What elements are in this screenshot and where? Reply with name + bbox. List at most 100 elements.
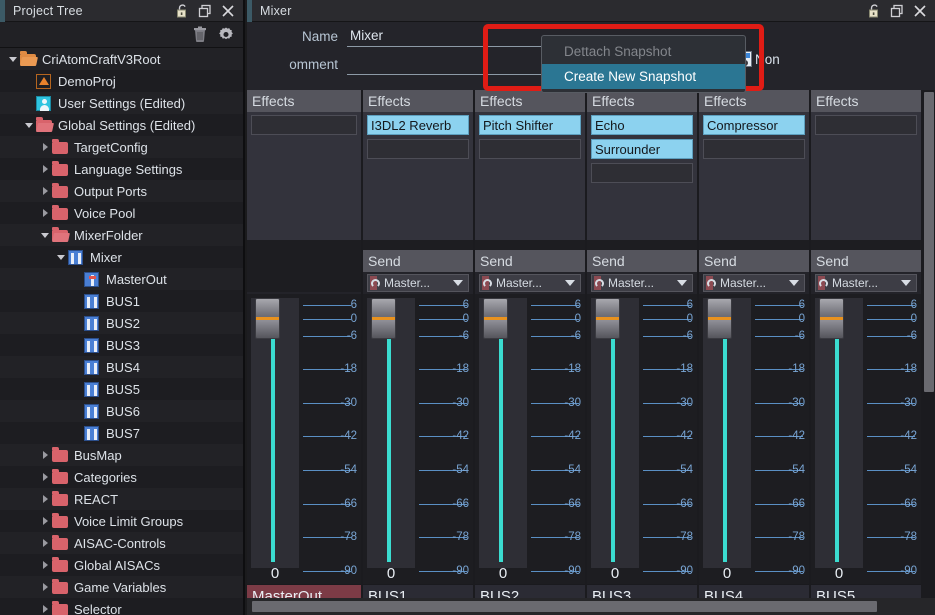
- tree-item-react[interactable]: REACT: [0, 488, 243, 510]
- fader-track[interactable]: [387, 328, 391, 562]
- twisty-expanded[interactable]: [57, 254, 65, 260]
- twisty-expanded[interactable]: [25, 122, 33, 128]
- tree-item-global-settings-edited[interactable]: Global Settings (Edited): [0, 114, 243, 136]
- tree-twisty[interactable]: [22, 114, 36, 136]
- fader-handle[interactable]: [255, 298, 280, 339]
- send-target-dropdown[interactable]: Master...: [815, 274, 917, 292]
- tree-twisty[interactable]: [38, 554, 52, 576]
- send-level-knob[interactable]: [595, 278, 604, 288]
- tree-twisty[interactable]: [38, 466, 52, 488]
- snapshot-context-menu[interactable]: Dettach Snapshot Create New Snapshot: [541, 35, 746, 93]
- effects-list[interactable]: Compressor: [699, 112, 809, 240]
- send-target-dropdown[interactable]: Master...: [367, 274, 469, 292]
- effect-item[interactable]: Surrounder: [591, 139, 693, 159]
- twisty-expanded[interactable]: [9, 56, 17, 62]
- twisty-collapsed[interactable]: [42, 539, 48, 547]
- tree-item-bus6[interactable]: BUS6: [0, 400, 243, 422]
- chevron-down-icon[interactable]: [565, 280, 575, 286]
- effect-item[interactable]: Pitch Shifter: [479, 115, 581, 135]
- tree-item-bus5[interactable]: BUS5: [0, 378, 243, 400]
- vertical-scrollbar[interactable]: [922, 90, 935, 598]
- twisty-collapsed[interactable]: [42, 187, 48, 195]
- fader-handle[interactable]: [483, 298, 508, 339]
- horizontal-scrollbar-thumb[interactable]: [252, 601, 877, 612]
- fader-track[interactable]: [835, 328, 839, 562]
- tree-item-bus1[interactable]: BUS1: [0, 290, 243, 312]
- restore-icon[interactable]: [889, 3, 905, 19]
- send-level-knob[interactable]: [819, 278, 828, 288]
- send-level-knob[interactable]: [483, 278, 492, 288]
- chevron-down-icon[interactable]: [453, 280, 463, 286]
- tree-item-game-variables[interactable]: Game Variables: [0, 576, 243, 598]
- tree-twisty[interactable]: [38, 598, 52, 615]
- fader-track[interactable]: [723, 328, 727, 562]
- lock-icon[interactable]: [866, 3, 882, 19]
- close-icon[interactable]: [220, 3, 236, 19]
- fader-handle[interactable]: [371, 298, 396, 339]
- twisty-collapsed[interactable]: [42, 517, 48, 525]
- effect-item[interactable]: I3DL2 Reverb: [367, 115, 469, 135]
- send-level-knob[interactable]: [371, 278, 380, 288]
- send-target-dropdown[interactable]: Master...: [591, 274, 693, 292]
- tree-item-categories[interactable]: Categories: [0, 466, 243, 488]
- name-input[interactable]: [347, 25, 572, 47]
- tree-item-bus2[interactable]: BUS2: [0, 312, 243, 334]
- tree-twisty[interactable]: [38, 202, 52, 224]
- effects-list[interactable]: [811, 112, 921, 240]
- tree-twisty[interactable]: [38, 444, 52, 466]
- tree-item-bus7[interactable]: BUS7: [0, 422, 243, 444]
- effect-slot-empty[interactable]: [703, 139, 805, 159]
- fader-track[interactable]: [611, 328, 615, 562]
- effects-list[interactable]: I3DL2 Reverb: [363, 112, 473, 240]
- tree-twisty[interactable]: [54, 246, 68, 268]
- fader-track[interactable]: [499, 328, 503, 562]
- vertical-scrollbar-thumb[interactable]: [924, 92, 934, 392]
- send-target-dropdown[interactable]: Master...: [703, 274, 805, 292]
- chevron-down-icon[interactable]: [789, 280, 799, 286]
- twisty-collapsed[interactable]: [42, 495, 48, 503]
- twisty-collapsed[interactable]: [42, 165, 48, 173]
- comment-input[interactable]: [347, 53, 572, 75]
- tree-twisty[interactable]: [38, 532, 52, 554]
- chevron-down-icon[interactable]: [677, 280, 687, 286]
- effect-item[interactable]: Echo: [591, 115, 693, 135]
- tree-twisty[interactable]: [38, 136, 52, 158]
- tree-item-language-settings[interactable]: Language Settings: [0, 158, 243, 180]
- menu-item-create-new-snapshot[interactable]: Create New Snapshot: [542, 64, 745, 89]
- tree-twisty[interactable]: [38, 158, 52, 180]
- trash-icon[interactable]: [192, 26, 208, 43]
- send-level-knob[interactable]: [707, 278, 716, 288]
- tree-item-mixer[interactable]: Mixer: [0, 246, 243, 268]
- close-icon[interactable]: [912, 3, 928, 19]
- fader-track[interactable]: [271, 328, 275, 562]
- tree-twisty[interactable]: [38, 510, 52, 532]
- project-tree-list[interactable]: CriAtomCraftV3Root DemoProj User Settings …: [0, 48, 243, 615]
- tree-item-bus4[interactable]: BUS4: [0, 356, 243, 378]
- chevron-down-icon[interactable]: [901, 280, 911, 286]
- effects-list[interactable]: [247, 112, 361, 240]
- effect-slot-empty[interactable]: [479, 139, 581, 159]
- effect-slot-empty[interactable]: [591, 163, 693, 183]
- tree-twisty[interactable]: [38, 224, 52, 246]
- effects-list[interactable]: Pitch Shifter: [475, 112, 585, 240]
- tree-item-voice-pool[interactable]: Voice Pool: [0, 202, 243, 224]
- twisty-collapsed[interactable]: [42, 561, 48, 569]
- tree-item-output-ports[interactable]: Output Ports: [0, 180, 243, 202]
- twisty-collapsed[interactable]: [42, 473, 48, 481]
- gear-icon[interactable]: [218, 27, 234, 43]
- tree-twisty[interactable]: [38, 488, 52, 510]
- tree-item-demoproj[interactable]: DemoProj: [0, 70, 243, 92]
- effect-item[interactable]: Compressor: [703, 115, 805, 135]
- tree-item-voice-limit-groups[interactable]: Voice Limit Groups: [0, 510, 243, 532]
- restore-icon[interactable]: [197, 3, 213, 19]
- tree-item-global-aisacs[interactable]: Global AISACs: [0, 554, 243, 576]
- effect-slot-empty[interactable]: [815, 115, 917, 135]
- tree-item-mixerfolder[interactable]: MixerFolder: [0, 224, 243, 246]
- twisty-expanded[interactable]: [41, 232, 49, 238]
- twisty-collapsed[interactable]: [42, 209, 48, 217]
- tree-item-bus3[interactable]: BUS3: [0, 334, 243, 356]
- twisty-collapsed[interactable]: [42, 143, 48, 151]
- tree-twisty[interactable]: [38, 180, 52, 202]
- tree-item-targetconfig[interactable]: TargetConfig: [0, 136, 243, 158]
- horizontal-scrollbar[interactable]: [247, 598, 935, 615]
